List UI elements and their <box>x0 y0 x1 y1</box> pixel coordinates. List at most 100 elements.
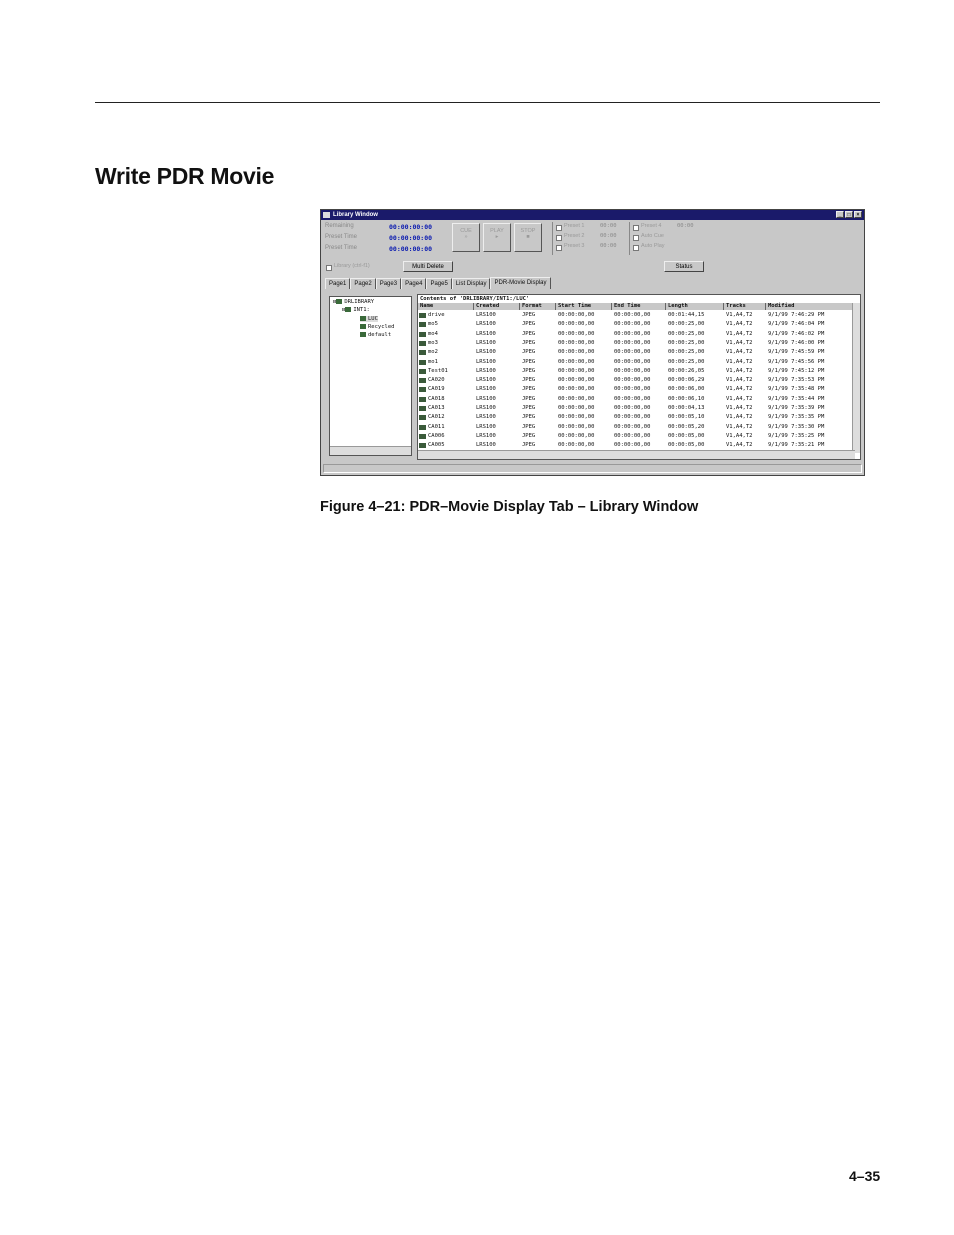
table-row[interactable]: CA013 LRS100 JPEG 00:00:00,00 00:00:00,00 00:… <box>418 404 860 413</box>
close-button[interactable]: × <box>854 211 862 218</box>
table-cell: 00:00:00,00 <box>558 312 595 318</box>
tree-horizontal-scrollbar[interactable] <box>330 446 411 455</box>
auto-cue-checkbox[interactable]: Auto Cue <box>633 233 705 243</box>
cue-button[interactable]: CUE» <box>452 223 480 252</box>
table-cell: 00:00:00,00 <box>558 367 595 374</box>
column-header[interactable]: Modified <box>766 303 855 310</box>
table-cell: JPEG <box>522 414 536 421</box>
clip-list[interactable]: Contents of 'DRLIBRARY/INT1:/LUC' Name C… <box>417 294 861 460</box>
tree-node[interactable]: ⊟ DRLIBRARY <box>333 299 374 305</box>
column-header[interactable]: Name <box>418 303 474 310</box>
table-row[interactable]: mo4 LRS100 JPEG 00:00:00,00 00:00:00,00 00:00… <box>418 330 860 339</box>
tree-node[interactable]: LUC <box>360 316 378 322</box>
table-cell: CA012 <box>428 414 445 421</box>
column-header[interactable]: Created <box>474 303 520 310</box>
tab-pdr-movie-display[interactable]: PDR-Movie Display <box>490 277 551 289</box>
table-row[interactable]: CA018 LRS100 JPEG 00:00:00,00 00:00:00,00 00:… <box>418 395 860 404</box>
movie-file-icon <box>419 313 426 318</box>
status-button[interactable]: Status <box>664 261 704 272</box>
table-cell: drive <box>428 312 445 318</box>
library-tree[interactable]: ⊟ DRLIBRARY ⊟ INT1: LUC Recycled default <box>329 296 412 456</box>
table-cell: 00:00:00,00 <box>614 405 651 411</box>
table-cell: 00:00:25,00 <box>668 349 705 356</box>
column-header[interactable]: Start Time <box>556 303 612 310</box>
list-horizontal-scrollbar[interactable] <box>418 450 855 459</box>
table-row[interactable]: CA012 LRS100 JPEG 00:00:00,00 00:00:00,00 00:… <box>418 413 860 422</box>
preset-checkbox[interactable]: Preset 3 00:00 <box>556 243 628 253</box>
table-cell: V1,A4,T2 <box>726 367 753 374</box>
table-row[interactable]: mo3 LRS100 JPEG 00:00:00,00 00:00:00,00 00:00… <box>418 339 860 348</box>
table-cell: 00:00:00,00 <box>614 395 651 402</box>
tab-page4[interactable]: Page4 <box>401 278 427 289</box>
timecode-panel: Remaining 00:00:00:00 Preset Time 00:00:00… <box>325 223 445 256</box>
minimize-button[interactable]: _ <box>836 211 844 218</box>
table-row[interactable]: CA011 LRS100 JPEG 00:00:00,00 00:00:00,00 00:… <box>418 423 860 432</box>
timecode-label: Remaining <box>325 223 354 229</box>
table-row[interactable]: mo1 LRS100 JPEG 00:00:00,00 00:00:00,00 00:00… <box>418 358 860 367</box>
table-cell: 00:00:00,00 <box>558 377 595 384</box>
tree-node[interactable]: ⊟ INT1: <box>342 307 370 313</box>
tab-page1[interactable]: Page1 <box>325 278 351 289</box>
stop-button[interactable]: STOP ■ <box>514 223 542 252</box>
table-cell: V1,A4,T2 <box>726 386 753 393</box>
tab-page2[interactable]: Page2 <box>350 278 376 289</box>
table-cell: LRS100 <box>476 312 496 318</box>
movie-file-icon <box>419 368 426 374</box>
movie-file-icon <box>419 387 426 393</box>
table-cell: JPEG <box>522 442 536 449</box>
table-row[interactable]: Test01 LRS100 JPEG 00:00:00,00 00:00:00,00 00… <box>418 367 860 376</box>
table-cell: CA019 <box>428 386 445 393</box>
table-cell: JPEG <box>522 339 536 346</box>
folder-icon <box>345 307 352 312</box>
table-row[interactable]: mo5 LRS100 JPEG 00:00:00,00 00:00:00,00 00:00… <box>418 320 860 329</box>
table-cell: LRS100 <box>476 339 496 346</box>
table-cell: 00:00:25,00 <box>668 358 705 365</box>
play-button[interactable]: PLAY ▸ <box>483 223 511 252</box>
table-cell: JPEG <box>522 349 536 356</box>
table-cell: 00:00:26,05 <box>668 367 705 374</box>
table-cell: CA006 <box>428 432 445 439</box>
table-cell: 00:00:00,00 <box>558 405 595 411</box>
tab-list-display[interactable]: List Display <box>451 278 491 289</box>
preset-checkbox[interactable]: Preset 2 00:00 <box>556 233 628 243</box>
folder-icon <box>360 332 366 337</box>
table-cell: 00:00:05,00 <box>668 432 705 439</box>
table-row[interactable]: drive LRS100 JPEG 00:00:00,00 00:00:00,00 00:… <box>418 311 860 320</box>
tree-node[interactable]: default <box>360 332 391 338</box>
table-row[interactable]: CA006 LRS100 JPEG 00:00:00,00 00:00:00,00 00:… <box>418 432 860 441</box>
column-header[interactable]: Format <box>520 303 556 310</box>
table-cell: V1,A4,T2 <box>726 377 753 384</box>
table-row[interactable]: mo2 LRS100 JPEG 00:00:00,00 00:00:00,00 00:00… <box>418 348 860 357</box>
table-row[interactable]: CA019 LRS100 JPEG 00:00:00,00 00:00:00,00 00:… <box>418 385 860 394</box>
tab-page5[interactable]: Page5 <box>426 278 452 289</box>
table-row[interactable]: CA020 LRS100 JPEG 00:00:00,00 00:00:00,00 00:… <box>418 376 860 385</box>
divider <box>629 222 630 255</box>
multi-delete-button[interactable]: Multi Delete <box>403 261 453 272</box>
table-cell: 00:00:06,10 <box>668 395 705 402</box>
table-cell: LRS100 <box>476 321 496 328</box>
maximize-button[interactable]: □ <box>845 211 853 218</box>
tree-node[interactable]: Recycled <box>360 324 395 330</box>
table-cell: LRS100 <box>476 386 496 393</box>
movie-file-icon <box>419 443 426 449</box>
table-cell: 00:00:00,00 <box>558 423 595 430</box>
table-cell: CA020 <box>428 377 445 384</box>
table-cell: 00:00:06,00 <box>668 386 705 393</box>
list-vertical-scrollbar[interactable] <box>852 303 860 453</box>
table-cell: V1,A4,T2 <box>726 321 753 328</box>
column-header[interactable]: Length <box>666 303 724 310</box>
column-header[interactable]: End Time <box>612 303 666 310</box>
tab-page3[interactable]: Page3 <box>375 278 402 289</box>
table-cell: 00:00:00,00 <box>614 377 651 384</box>
table-cell: 00:00:00,00 <box>558 414 595 421</box>
preset-checkbox[interactable]: Preset 4 00:00 <box>633 223 705 233</box>
auto-play-checkbox[interactable]: Auto Play <box>633 243 705 253</box>
movie-file-icon <box>419 350 426 356</box>
table-cell: LRS100 <box>476 330 496 337</box>
movie-file-icon <box>419 359 426 365</box>
table-cell: V1,A4,T2 <box>726 395 753 402</box>
preset-checkbox[interactable]: Preset 1 00:00 <box>556 223 628 233</box>
table-cell: 00:01:44,15 <box>668 312 705 318</box>
column-header[interactable]: Tracks <box>724 303 766 310</box>
library-checkbox[interactable]: Library (ctrl-f1) <box>326 263 401 273</box>
